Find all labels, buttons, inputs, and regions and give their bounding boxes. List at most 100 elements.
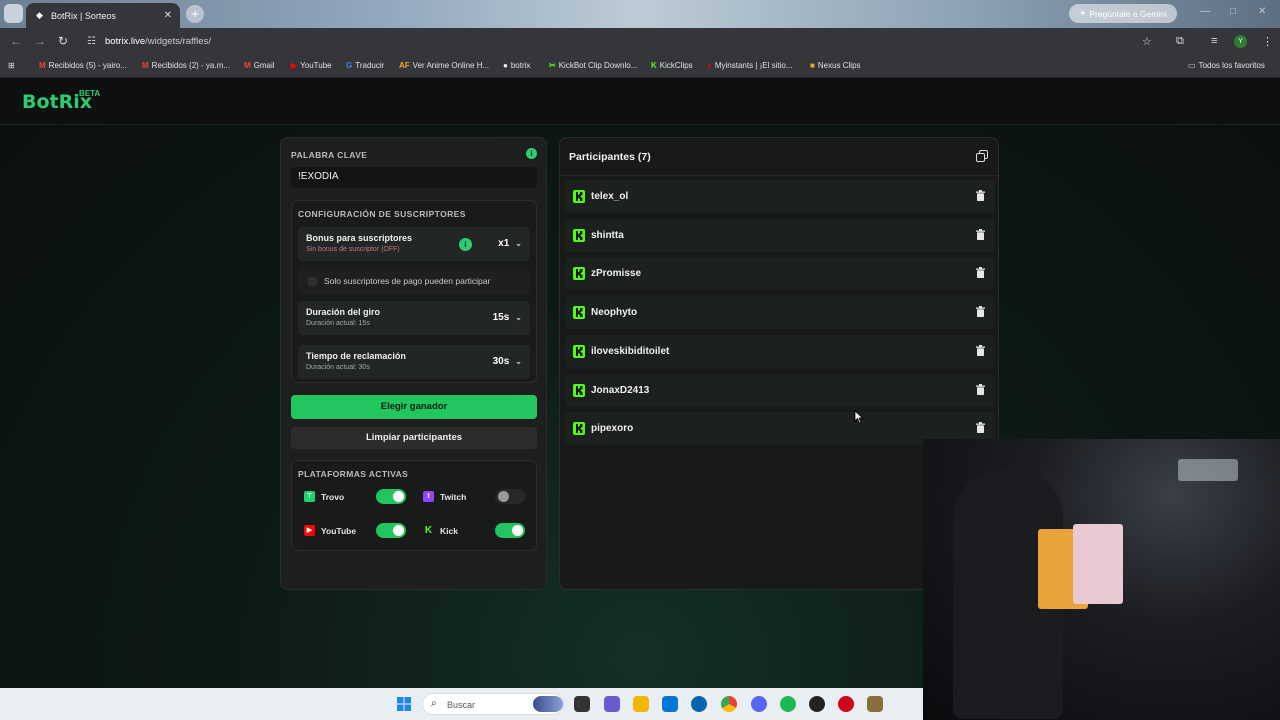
back-icon[interactable]: ← — [10, 34, 22, 48]
bookmark-favicon-icon: M — [39, 61, 46, 70]
trash-icon[interactable] — [976, 344, 985, 356]
bookmark-item[interactable]: M Recibidos (2) - ya.m... — [142, 61, 230, 70]
bookmark-label: Recibidos (2) - ya.m... — [151, 61, 230, 70]
participant-row: iloveskibiditoilet — [565, 334, 995, 368]
maximize-icon[interactable]: □ — [1230, 6, 1236, 17]
participant-name: iloveskibiditoilet — [591, 345, 670, 357]
gemini-label: Pregúntale a Gemini — [1089, 8, 1167, 19]
participant-name: pipexoro — [591, 423, 634, 435]
discord-icon[interactable] — [751, 696, 767, 712]
kick-icon — [573, 422, 585, 436]
info-icon[interactable]: i — [526, 148, 537, 159]
bookmark-favicon-icon: M — [142, 61, 149, 70]
bookmark-label: YouTube — [300, 61, 332, 70]
bookmark-favicon-icon: K — [651, 61, 657, 70]
bookmark-favicon-icon: ▶ — [291, 61, 298, 70]
address-bar[interactable]: ☷ botrix.live/widgets/raffles/ — [79, 31, 1169, 53]
windows-start-icon[interactable] — [397, 697, 411, 711]
spotify-icon[interactable] — [780, 696, 796, 712]
page-header: BotRix BETA — [0, 79, 1280, 125]
beta-badge: BETA — [79, 89, 101, 98]
apps-icon[interactable]: ⊞ — [8, 61, 15, 70]
pick-winner-button[interactable]: Elegir ganador — [291, 395, 537, 419]
site-info-icon[interactable]: ☷ — [87, 36, 96, 47]
trash-icon[interactable] — [976, 228, 985, 240]
participant-row: Neophyto — [565, 296, 995, 330]
bookmark-item[interactable]: AF Ver Anime Online H... — [399, 61, 489, 70]
participant-row: zPromisse — [565, 257, 995, 291]
subs-section-title: CONFIGURACIÓN DE SUSCRIPTORES — [298, 209, 466, 219]
reload-icon[interactable]: ↻ — [58, 34, 68, 48]
bonus-select[interactable]: x1 ⌄ — [498, 238, 522, 249]
trash-icon[interactable] — [976, 306, 985, 318]
sub-bonus-row: Bonus para suscriptores Sin bonus de sus… — [298, 227, 530, 261]
bookmark-item[interactable]: M Recibidos (5) - yairo... — [39, 61, 127, 70]
paid-only-row[interactable]: Solo suscriptores de pago pueden partici… — [298, 267, 530, 294]
trash-icon[interactable] — [976, 383, 985, 395]
kick-toggle[interactable] — [495, 523, 525, 538]
copilot-icon[interactable] — [604, 696, 620, 712]
chrome-icon[interactable] — [721, 696, 737, 712]
product-box-2 — [1073, 524, 1123, 604]
windows-taskbar: ⌕ Buscar — [0, 688, 923, 720]
trovo-icon: T — [304, 491, 315, 502]
claim-time-select[interactable]: 30s ⌄ — [493, 356, 522, 367]
bonus-title: Bonus para suscriptores — [306, 233, 413, 243]
search-icon: ⌕ — [431, 698, 437, 709]
spin-subtitle: Duración actual: 15s — [306, 320, 370, 327]
trash-icon[interactable] — [976, 190, 985, 201]
close-window-icon[interactable]: ✕ — [1258, 6, 1266, 17]
media-icon[interactable]: ≡ — [1211, 35, 1217, 47]
trash-icon[interactable] — [976, 422, 985, 434]
active-platforms: PLATAFORMAS ACTIVAS T Trovo t Twitch ▶ Y… — [291, 460, 537, 551]
game-launcher-icon[interactable] — [867, 696, 883, 712]
obs-icon[interactable] — [809, 696, 825, 712]
bookmark-item[interactable]: ● botrix — [503, 61, 530, 70]
profile-avatar[interactable]: Y — [1234, 35, 1247, 48]
youtube-toggle[interactable] — [376, 523, 406, 538]
forward-icon[interactable]: → — [34, 34, 46, 48]
extensions-icon[interactable]: ⧉ — [1176, 35, 1184, 48]
webcam-overlay — [923, 439, 1280, 720]
kick-icon — [573, 228, 585, 242]
twitch-icon: t — [423, 491, 434, 502]
task-view-icon[interactable] — [574, 696, 590, 712]
minimize-icon[interactable]: — — [1200, 6, 1210, 17]
store-icon[interactable] — [662, 696, 678, 712]
widgets-icon[interactable] — [533, 696, 563, 712]
keyword-input[interactable]: !EXODIA — [291, 167, 537, 188]
kick-icon — [573, 344, 585, 358]
trovo-toggle[interactable] — [376, 489, 406, 504]
tab-close-icon[interactable]: ✕ — [164, 10, 172, 21]
chevron-down-icon: ⌄ — [515, 357, 522, 366]
file-explorer-icon[interactable] — [633, 696, 649, 712]
clear-participants-button[interactable]: Limpiar participantes — [291, 427, 537, 449]
bookmark-star-icon[interactable]: ☆ — [1142, 35, 1152, 48]
twitch-toggle[interactable] — [495, 489, 525, 504]
all-bookmarks[interactable]: ▭ Todos los favoritos — [1188, 61, 1265, 70]
app-red-icon[interactable] — [838, 696, 854, 712]
gemini-button[interactable]: ✦ Pregúntale a Gemini — [1069, 4, 1177, 23]
bookmark-item[interactable]: G Traducir — [346, 61, 384, 70]
kick-icon — [573, 383, 585, 397]
platform-kick: K Kick — [424, 525, 458, 536]
outlook-icon[interactable] — [691, 696, 707, 712]
bonus-info-icon[interactable]: i — [459, 238, 472, 251]
bookmark-item[interactable]: ✂ KickBot Clip Downlo... — [549, 61, 637, 70]
bookmark-item[interactable]: M Gmail — [244, 61, 275, 70]
bookmark-label: Myinstants | ¡El sitio... — [714, 61, 793, 70]
keyword-label: PALABRA CLAVE — [291, 150, 368, 160]
trash-icon[interactable] — [976, 267, 985, 279]
new-tab-button[interactable]: + — [186, 5, 204, 23]
bookmark-item[interactable]: ■ Nexus Clips — [810, 61, 861, 70]
menu-icon[interactable]: ⋮ — [1262, 35, 1273, 48]
bookmark-item[interactable]: K KickClips — [651, 61, 693, 70]
bookmark-item[interactable]: ● Myinstants | ¡El sitio... — [707, 61, 793, 70]
copy-icon[interactable] — [976, 150, 988, 162]
bookmark-label: Gmail — [253, 61, 275, 70]
tab-search-button[interactable] — [4, 4, 23, 23]
paid-only-checkbox[interactable] — [308, 277, 317, 286]
bookmark-item[interactable]: ▶ YouTube — [291, 61, 332, 70]
spin-duration-select[interactable]: 15s ⌄ — [493, 312, 522, 323]
browser-tab[interactable]: ◆ BotRix | Sorteos ✕ — [26, 3, 180, 28]
